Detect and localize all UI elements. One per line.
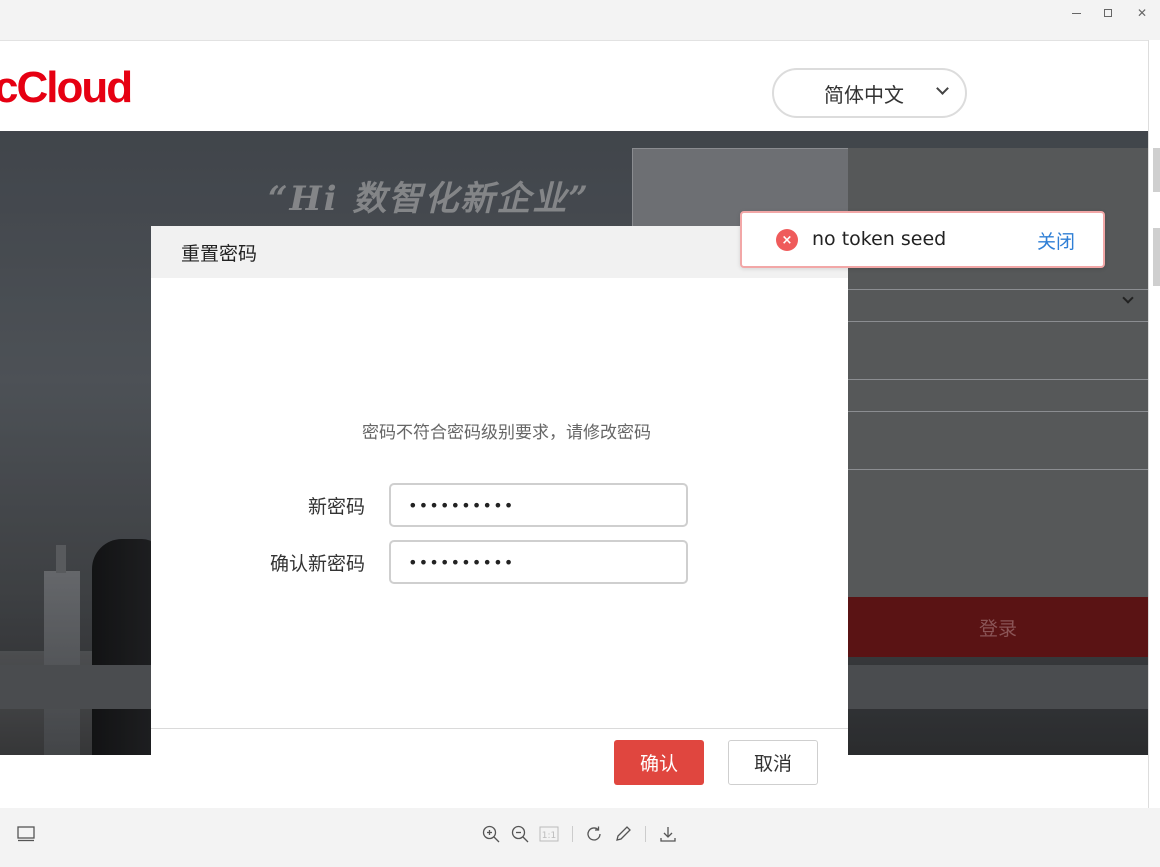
dialog-title: 重置密码 — [181, 242, 258, 265]
minimize-icon[interactable] — [1066, 4, 1086, 22]
confirm-password-label: 确认新密码 — [269, 553, 365, 575]
toast-message: no token seed — [812, 228, 947, 250]
confirm-button[interactable]: 确认 — [614, 740, 704, 785]
login-divider — [848, 469, 1148, 470]
panel-icon[interactable] — [16, 824, 36, 844]
toolbar-divider — [572, 826, 573, 842]
error-circle-icon: × — [776, 229, 798, 251]
viewer-toolbar: 1:1 — [0, 808, 1160, 867]
site-header: cCloud 简体中文 — [0, 41, 1148, 131]
rotate-icon[interactable] — [584, 824, 604, 844]
edit-icon[interactable] — [613, 824, 633, 844]
dialog-footer: 确认 取消 — [151, 728, 848, 788]
login-divider — [848, 321, 1148, 322]
chevron-down-icon — [936, 82, 949, 95]
new-password-label: 新密码 — [307, 496, 365, 518]
new-password-input[interactable]: •••••••••• — [389, 483, 688, 527]
toast-close-link[interactable]: 关闭 — [1037, 227, 1075, 254]
actual-size-text: 1:1 — [542, 831, 556, 841]
language-select[interactable]: 简体中文 — [772, 68, 967, 118]
language-select-value: 简体中文 — [824, 82, 904, 107]
error-toast: × no token seed 关闭 — [740, 211, 1105, 268]
login-divider — [848, 379, 1148, 380]
login-divider — [848, 411, 1148, 412]
reset-password-dialog: 重置密码 密码不符合密码级别要求，请修改密码 新密码 •••••••••• 确认… — [151, 226, 848, 788]
login-divider — [848, 289, 1148, 290]
login-button[interactable]: 登录 — [848, 597, 1148, 657]
close-icon[interactable]: ✕ — [1132, 4, 1152, 22]
cancel-button[interactable]: 取消 — [728, 740, 818, 785]
zoom-out-icon[interactable] — [510, 824, 530, 844]
confirm-password-input[interactable]: •••••••••• — [389, 540, 688, 584]
window-titlebar: ✕ — [0, 0, 1160, 26]
toolbar-divider — [645, 826, 646, 842]
maximize-icon[interactable] — [1098, 4, 1118, 22]
actual-size-icon[interactable]: 1:1 — [539, 824, 559, 844]
brand-logo: cCloud — [0, 63, 133, 112]
scrollbar-thumb[interactable] — [1153, 148, 1160, 192]
dialog-message: 密码不符合密码级别要求，请修改密码 — [362, 423, 651, 443]
download-icon[interactable] — [658, 824, 678, 844]
scrollbar-thumb[interactable] — [1153, 228, 1160, 286]
zoom-in-icon[interactable] — [481, 824, 501, 844]
